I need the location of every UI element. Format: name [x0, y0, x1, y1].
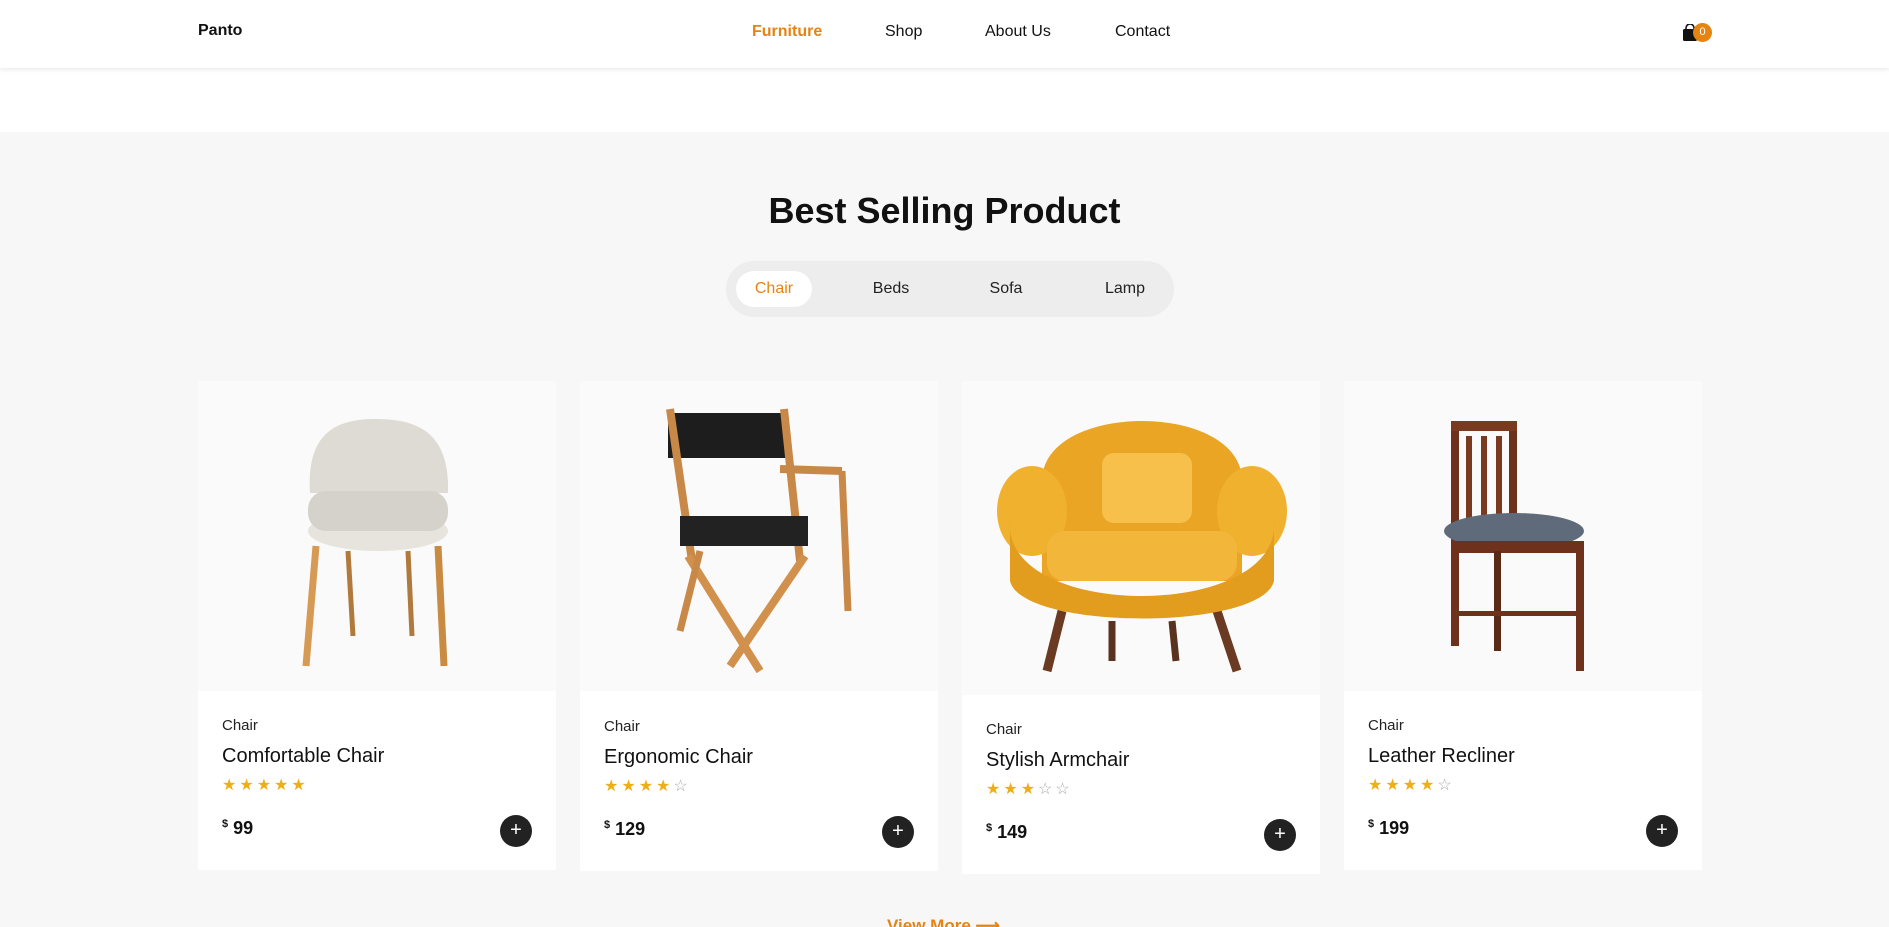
nav-item-about-us[interactable]: About Us — [985, 23, 1051, 41]
add-to-cart-button[interactable]: + — [1264, 819, 1296, 851]
product-card[interactable]: Chair Leather Recliner ★★★★☆ $199 + — [1344, 381, 1702, 870]
nav-item-furniture[interactable]: Furniture — [752, 23, 822, 41]
product-image — [198, 381, 556, 691]
product-name: Leather Recliner — [1368, 745, 1515, 767]
tab-sofa[interactable]: Sofa — [971, 271, 1041, 307]
product-price: $129 — [604, 819, 645, 840]
cart-count-badge: 0 — [1693, 23, 1712, 42]
nav-item-contact[interactable]: Contact — [1115, 23, 1170, 41]
add-to-cart-button[interactable]: + — [500, 815, 532, 847]
tab-lamp[interactable]: Lamp — [1088, 271, 1162, 307]
tab-beds[interactable]: Beds — [856, 271, 926, 307]
product-price: $99 — [222, 818, 253, 839]
rating-stars: ★★★★☆ — [1368, 777, 1455, 794]
view-more-label: View More — [887, 916, 971, 927]
arrow-right-icon: ⟶ — [975, 916, 1000, 927]
product-category: Chair — [1368, 717, 1404, 734]
product-name: Stylish Armchair — [986, 749, 1130, 771]
cart-button[interactable]: 0 — [1682, 21, 1716, 45]
product-name: Ergonomic Chair — [604, 746, 753, 768]
currency-symbol: $ — [1368, 818, 1375, 830]
hero-bottom-strip — [0, 68, 1889, 132]
product-image — [580, 381, 938, 691]
rating-stars: ★★★☆☆ — [986, 781, 1073, 798]
tab-chair[interactable]: Chair — [736, 271, 812, 307]
top-navbar: Panto Furniture Shop About Us Contact 0 — [0, 0, 1889, 68]
product-image — [962, 381, 1320, 695]
product-card[interactable]: Chair Stylish Armchair ★★★☆☆ $149 + — [962, 381, 1320, 874]
product-category: Chair — [222, 717, 258, 734]
product-category: Chair — [986, 721, 1022, 738]
category-tabs: Chair Beds Sofa Lamp — [726, 261, 1174, 317]
add-to-cart-button[interactable]: + — [882, 816, 914, 848]
rating-stars: ★★★★★ — [222, 777, 309, 794]
product-category: Chair — [604, 718, 640, 735]
product-price: $199 — [1368, 818, 1409, 839]
product-image — [1344, 381, 1702, 691]
currency-symbol: $ — [222, 818, 229, 830]
product-price: $149 — [986, 822, 1027, 843]
price-value: 149 — [997, 822, 1028, 842]
nav-item-shop[interactable]: Shop — [885, 23, 922, 41]
currency-symbol: $ — [604, 819, 611, 831]
product-name: Comfortable Chair — [222, 745, 385, 767]
product-card[interactable]: Chair Ergonomic Chair ★★★★☆ $129 + — [580, 381, 938, 871]
add-to-cart-button[interactable]: + — [1646, 815, 1678, 847]
price-value: 99 — [233, 818, 254, 838]
product-card[interactable]: Chair Comfortable Chair ★★★★★ $99 + — [198, 381, 556, 870]
main-nav: Furniture Shop About Us Contact — [0, 23, 1889, 43]
currency-symbol: $ — [986, 822, 993, 834]
price-value: 129 — [615, 819, 646, 839]
rating-stars: ★★★★☆ — [604, 778, 691, 795]
price-value: 199 — [1379, 818, 1410, 838]
view-more-link[interactable]: View More ⟶ — [887, 916, 1000, 927]
section-title: Best Selling Product — [768, 190, 1121, 231]
